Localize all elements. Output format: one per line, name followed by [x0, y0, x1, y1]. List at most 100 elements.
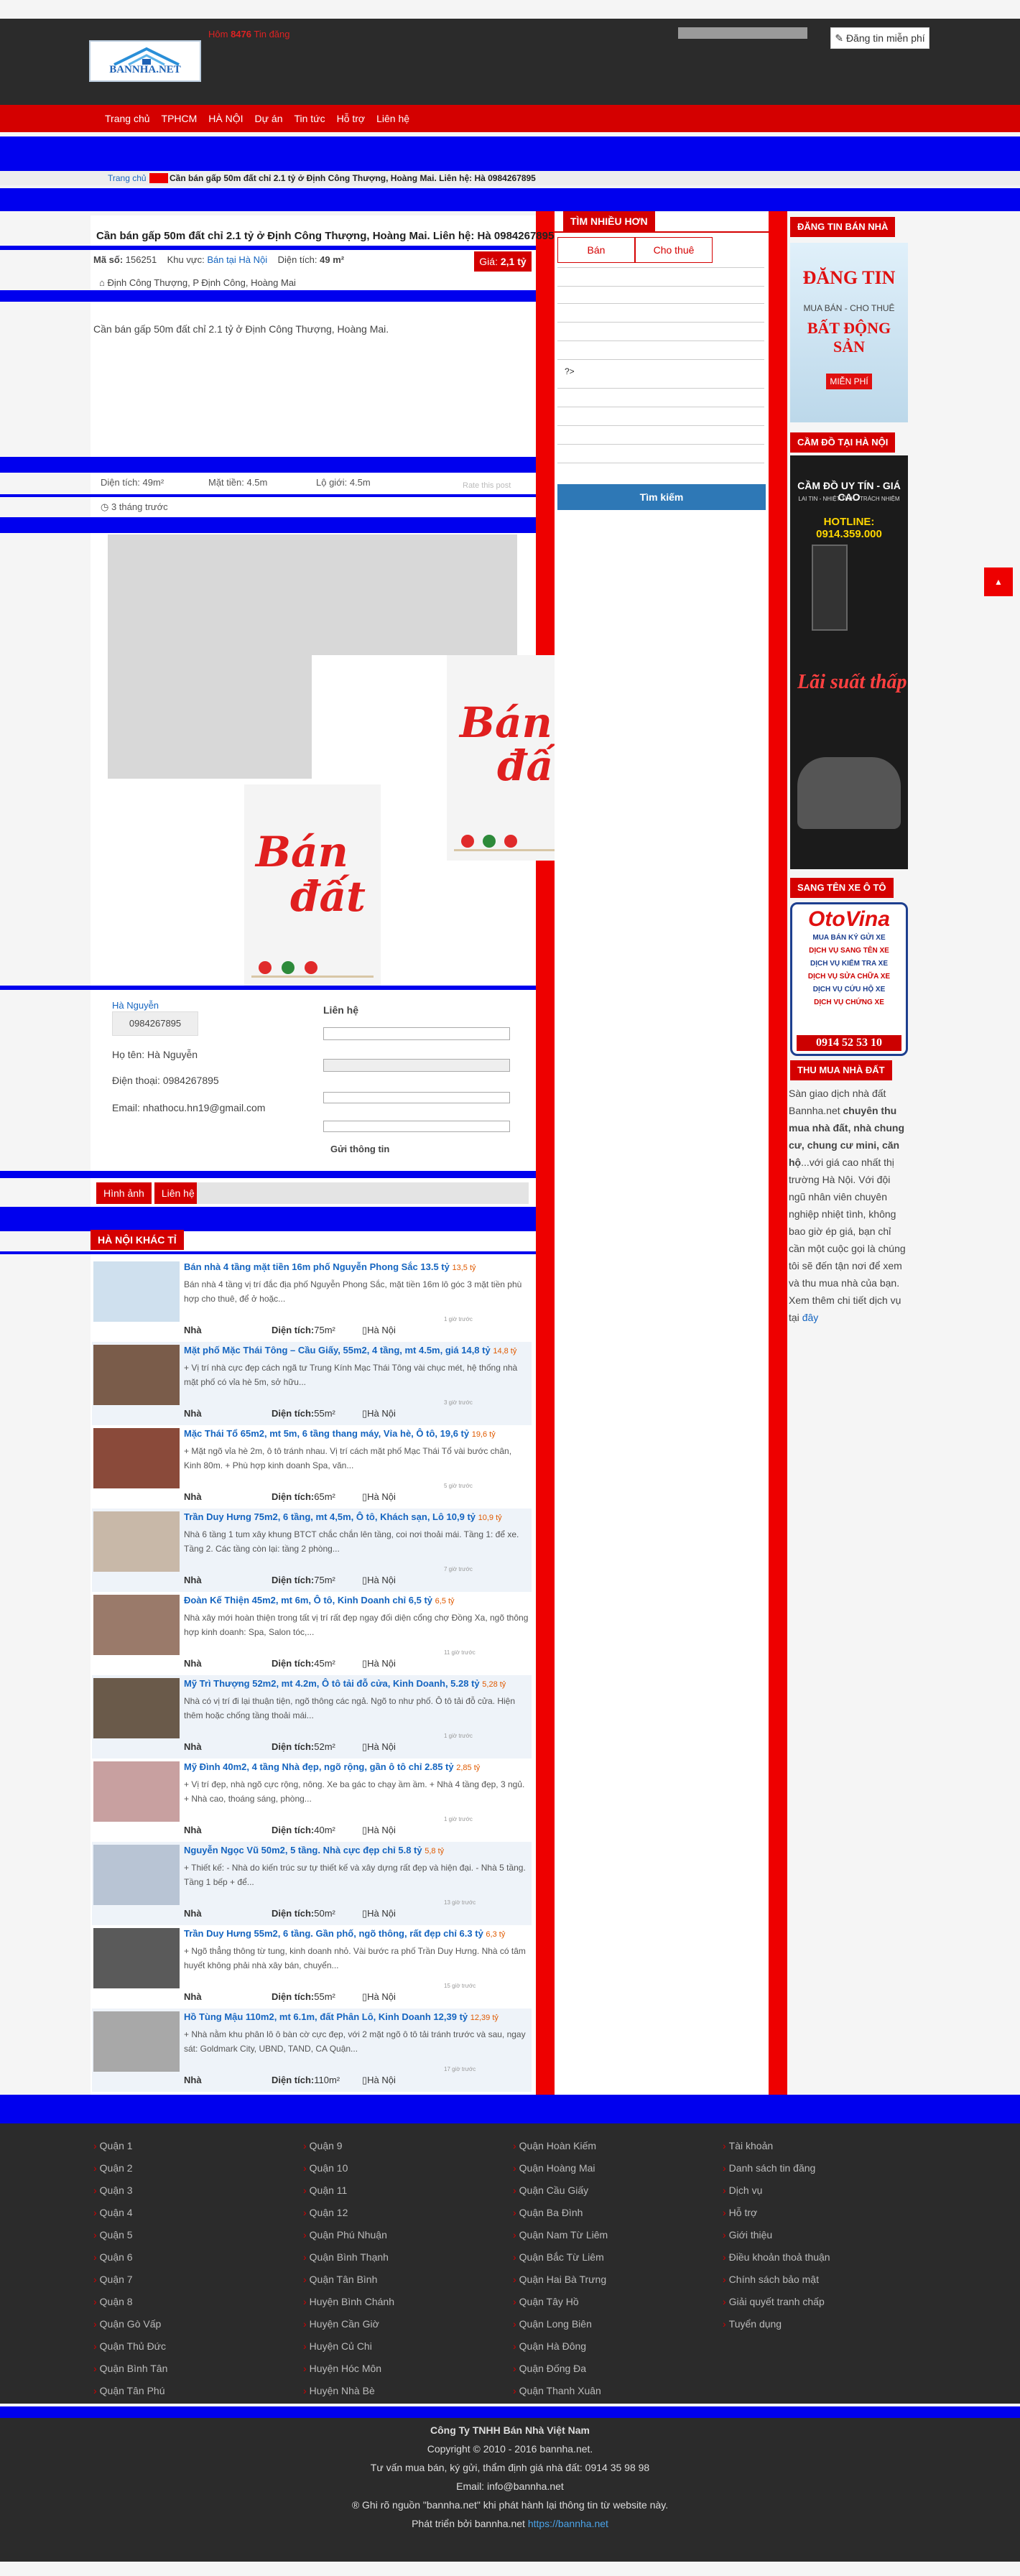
listing-item-title[interactable]: Bán nhà 4 tầng mặt tiền 16m phố Nguyễn P…: [184, 1261, 529, 1272]
footer-link[interactable]: Quận Long Biên: [513, 2313, 608, 2335]
footer-link[interactable]: Quận Thủ Đức: [93, 2335, 167, 2358]
rating-widget[interactable]: Rate this post: [463, 481, 511, 490]
footer-link[interactable]: Huyện Hóc Môn: [303, 2358, 394, 2380]
agent-link[interactable]: Hà Nguyễn: [112, 1000, 159, 1011]
listing-image-placeholder[interactable]: [108, 534, 517, 655]
footer-link[interactable]: Quận Cầu Giấy: [513, 2179, 608, 2202]
footer-link[interactable]: Quận 8: [93, 2291, 167, 2313]
listing-thumbnail[interactable]: [93, 1511, 180, 1572]
tab-contact[interactable]: Liên hệ: [154, 1182, 202, 1204]
listing-thumbnail[interactable]: [93, 1761, 180, 1822]
footer-link[interactable]: Quận Gò Vấp: [93, 2313, 167, 2335]
footer-link[interactable]: Quận 12: [303, 2202, 394, 2224]
footer-link[interactable]: Quận Đống Đa: [513, 2358, 608, 2380]
footer-link[interactable]: Danh sách tin đăng: [723, 2157, 830, 2179]
listing-item[interactable]: Mỹ Trì Thượng 52m2, mt 4.2m, Ô tô tải đỗ…: [92, 1675, 532, 1759]
footer-link[interactable]: Quận 2: [93, 2157, 167, 2179]
contact-name-input[interactable]: [323, 1027, 510, 1040]
listing-item[interactable]: Mặc Thái Tổ 65m2, mt 5m, 6 tầng thang má…: [92, 1425, 532, 1509]
listing-item-title[interactable]: Nguyễn Ngọc Vũ 50m2, 5 tầng. Nhà cực đẹp…: [184, 1845, 529, 1855]
listing-item-title[interactable]: Trần Duy Hưng 75m2, 6 tầng, mt 4,5m, Ô t…: [184, 1511, 529, 1522]
footer-link[interactable]: Quận Bình Tân: [93, 2358, 168, 2380]
footer-link[interactable]: Quận Ba Đình: [513, 2202, 608, 2224]
listing-item-title[interactable]: Đoàn Kế Thiện 45m2, mt 6m, Ô tô, Kinh Do…: [184, 1595, 529, 1606]
listing-item[interactable]: Bán nhà 4 tầng mặt tiền 16m phố Nguyễn P…: [92, 1259, 532, 1342]
footer-link[interactable]: Hỗ trợ: [723, 2202, 830, 2224]
ad-pawn-shop[interactable]: CẦM ĐỒ UY TÍN - GIÁ CAO LAI TIN - NHIỆT …: [790, 455, 908, 869]
nav-item-hanoi[interactable]: HÀ NỘI: [203, 105, 249, 132]
listing-item[interactable]: Mỹ Đình 40m2, 4 tầng Nhà đẹp, ngõ rộng, …: [92, 1759, 532, 1842]
nav-item-contact[interactable]: Liên hệ: [371, 105, 415, 132]
ad-post-listing[interactable]: ĐĂNG TIN MUA BÁN - CHO THUÊ BẤT ĐỘNG SẢN…: [790, 243, 908, 422]
top-search-input[interactable]: [678, 27, 807, 39]
details-link[interactable]: đây: [802, 1312, 819, 1323]
footer-link[interactable]: Huyện Nhà Bè: [303, 2380, 394, 2402]
listing-thumbnail[interactable]: [93, 1928, 180, 1988]
footer-link[interactable]: Quận 6: [93, 2246, 167, 2269]
footer-link[interactable]: Quận Thanh Xuân: [513, 2380, 608, 2402]
listing-image-sign[interactable]: Bán đất: [244, 784, 381, 987]
footer-link[interactable]: Tuyển dụng: [723, 2313, 830, 2335]
tab-images[interactable]: Hình ảnh: [96, 1182, 152, 1204]
footer-link[interactable]: Quận Tây Hồ: [513, 2291, 608, 2313]
listing-item[interactable]: Đoàn Kế Thiện 45m2, mt 6m, Ô tô, Kinh Do…: [92, 1592, 532, 1675]
footer-link[interactable]: Giải quyết tranh chấp: [723, 2291, 830, 2313]
listing-item[interactable]: Hồ Tùng Mậu 110m2, mt 6.1m, đất Phân Lô,…: [92, 2009, 532, 2092]
nav-item-home[interactable]: Trang chủ: [99, 105, 156, 132]
footer-link[interactable]: Quận Nam Từ Liêm: [513, 2224, 608, 2246]
contact-phone-input[interactable]: [323, 1059, 510, 1072]
listing-thumbnail[interactable]: [93, 1345, 180, 1405]
listing-thumbnail[interactable]: [93, 1428, 180, 1488]
phone-badge[interactable]: 0984267895: [112, 1011, 198, 1036]
ad-otovina[interactable]: OtoVina MUA BÁN KÝ GỬI XE DỊCH VỤ SANG TÊ…: [790, 902, 908, 1056]
nav-item-support[interactable]: Hỗ trợ: [331, 105, 371, 132]
footer-link[interactable]: Huyện Cần Giờ: [303, 2313, 394, 2335]
listing-thumbnail[interactable]: [93, 2011, 180, 2072]
footer-link[interactable]: Quận 3: [93, 2179, 167, 2202]
footer-link[interactable]: Quận Hoàn Kiếm: [513, 2135, 608, 2157]
listing-item[interactable]: Nguyễn Ngọc Vũ 50m2, 5 tầng. Nhà cực đẹp…: [92, 1842, 532, 1925]
listing-item-title[interactable]: Mặc Thái Tổ 65m2, mt 5m, 6 tầng thang má…: [184, 1428, 529, 1439]
contact-email-input[interactable]: [323, 1092, 510, 1103]
footer-link[interactable]: Quận Tân Bình: [303, 2269, 394, 2291]
post-free-button[interactable]: ✎ Đăng tin miễn phí: [830, 27, 929, 49]
footer-link[interactable]: Quận Phú Nhuận: [303, 2224, 394, 2246]
listing-item-title[interactable]: Mặt phố Mặc Thái Tông – Cầu Giấy, 55m2, …: [184, 1345, 529, 1356]
footer-link[interactable]: Quận Hai Bà Trưng: [513, 2269, 608, 2291]
listing-item[interactable]: Trần Duy Hưng 55m2, 6 tầng. Gần phố, ngõ…: [92, 1925, 532, 2009]
footer-link[interactable]: Quận 11: [303, 2179, 394, 2202]
listing-item[interactable]: Trần Duy Hưng 75m2, 6 tầng, mt 4,5m, Ô t…: [92, 1509, 532, 1592]
footer-link[interactable]: Tài khoản: [723, 2135, 830, 2157]
footer-link[interactable]: Điều khoản thoả thuận: [723, 2246, 830, 2269]
scroll-top-button[interactable]: ▲: [984, 567, 1013, 596]
listing-item-title[interactable]: Mỹ Đình 40m2, 4 tầng Nhà đẹp, ngõ rộng, …: [184, 1761, 529, 1772]
listing-thumbnail[interactable]: [93, 1261, 180, 1322]
footer-link[interactable]: Quận 10: [303, 2157, 394, 2179]
footer-link[interactable]: Quận Hà Đông: [513, 2335, 608, 2358]
footer-link[interactable]: Quận 7: [93, 2269, 167, 2291]
tab-rent[interactable]: Cho thuê: [635, 237, 713, 263]
developer-link[interactable]: https://bannha.net: [528, 2518, 608, 2529]
area-link[interactable]: Bán tại Hà Nội: [207, 254, 267, 265]
tab-sale[interactable]: Bán: [557, 237, 635, 263]
listing-thumbnail[interactable]: [93, 1595, 180, 1655]
footer-link[interactable]: Quận Bình Thạnh: [303, 2246, 394, 2269]
footer-link[interactable]: Giới thiệu: [723, 2224, 830, 2246]
footer-link[interactable]: Quận Tân Phú: [93, 2380, 167, 2402]
nav-item-news[interactable]: Tin tức: [288, 105, 330, 132]
site-logo[interactable]: BANNHA.NET: [89, 40, 201, 82]
footer-link[interactable]: Quận Bắc Từ Liêm: [513, 2246, 608, 2269]
search-button[interactable]: Tìm kiếm: [557, 484, 766, 510]
footer-link[interactable]: Quận 9: [303, 2135, 394, 2157]
listing-thumbnail[interactable]: [93, 1845, 180, 1905]
listing-thumbnail[interactable]: [93, 1678, 180, 1738]
nav-item-tphcm[interactable]: TPHCM: [156, 105, 203, 132]
listing-item[interactable]: Mặt phố Mặc Thái Tông – Cầu Giấy, 55m2, …: [92, 1342, 532, 1425]
footer-link[interactable]: Quận Hoàng Mai: [513, 2157, 608, 2179]
footer-link[interactable]: Quận 5: [93, 2224, 167, 2246]
footer-link[interactable]: Quận 1: [93, 2135, 167, 2157]
send-contact-button[interactable]: Gửi thông tin: [330, 1144, 389, 1154]
breadcrumb-home[interactable]: Trang chủ: [108, 173, 147, 183]
footer-link[interactable]: Huyện Củ Chi: [303, 2335, 394, 2358]
footer-link[interactable]: Dịch vụ: [723, 2179, 830, 2202]
